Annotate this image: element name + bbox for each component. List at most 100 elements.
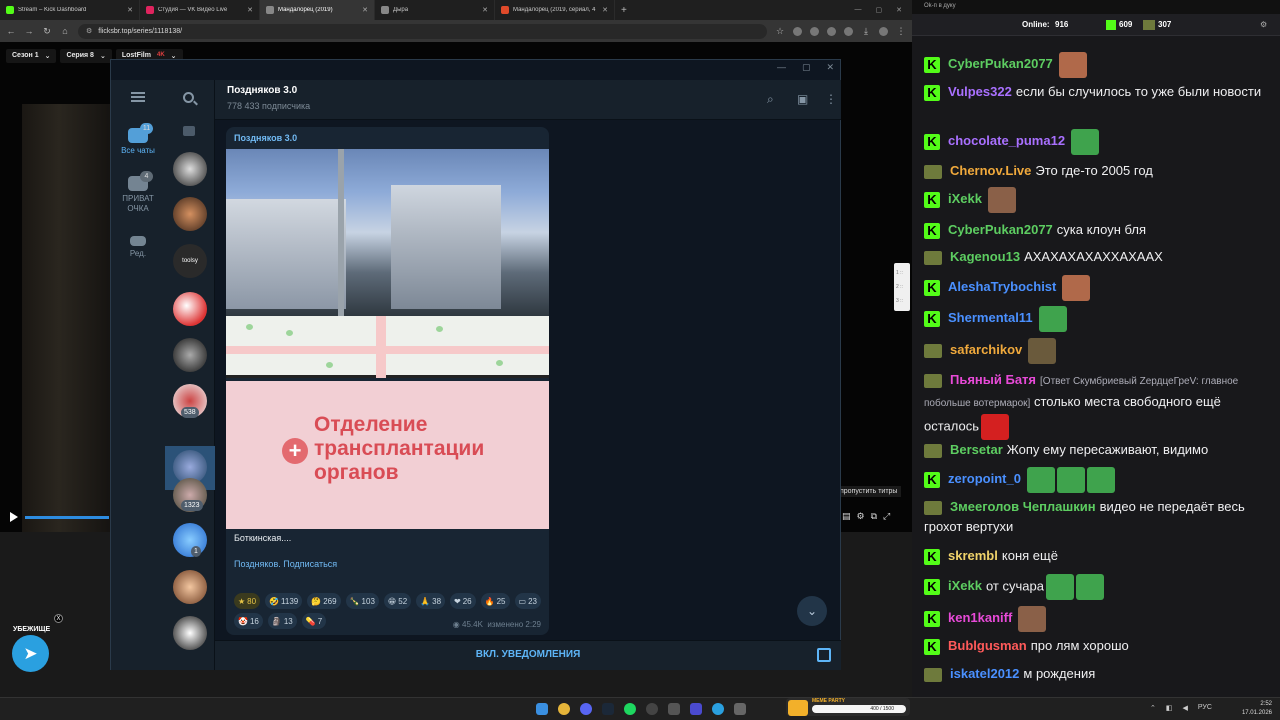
department-sign-image[interactable]: + Отделение трансплантации органов — [226, 381, 549, 529]
pip-icon[interactable]: ⧉ — [871, 511, 877, 522]
chat-username[interactable]: iXekk — [948, 191, 982, 206]
profile-avatar[interactable] — [879, 26, 888, 36]
more-options-icon[interactable]: ⋮ — [825, 92, 837, 106]
folder-edit[interactable]: Ред. — [111, 236, 165, 258]
progress-bar[interactable] — [25, 516, 109, 519]
reaction-chip[interactable]: 💊 7 — [301, 613, 327, 629]
telegram-icon[interactable] — [712, 703, 724, 715]
folder-all-chats[interactable]: 11 Все чаты — [111, 123, 165, 155]
close-window-icon[interactable]: ✕ — [896, 6, 902, 14]
reaction-chip[interactable]: 🤣 1139 — [265, 593, 303, 609]
reload-icon[interactable]: ↻ — [42, 26, 52, 37]
extension-icon[interactable] — [844, 26, 853, 36]
extension-icon[interactable] — [810, 26, 819, 36]
back-icon[interactable]: ← — [6, 26, 16, 36]
chat-username[interactable]: Пьяный Батя — [950, 372, 1036, 387]
chat-avatar-toolsy[interactable]: toolsy — [173, 244, 207, 278]
reaction-chip[interactable]: ❤ 26 — [450, 593, 476, 609]
reaction-chip[interactable]: 🗿 13 — [267, 613, 297, 629]
app-icon[interactable] — [668, 703, 680, 715]
close-window-icon[interactable]: ✕ — [826, 62, 834, 73]
sidebar-toggle-icon[interactable]: ▣ — [797, 92, 808, 106]
play-icon[interactable] — [10, 512, 18, 522]
telegram-icon[interactable]: ➤ — [12, 635, 49, 672]
menu-kebab-icon[interactable]: ⋮ — [896, 26, 906, 37]
reaction-chip[interactable]: ★ 80 — [234, 593, 261, 609]
subscribe-link[interactable]: Поздняков. Подписаться — [234, 559, 337, 569]
site-info-icon[interactable]: ⚙ — [86, 27, 92, 35]
chevron-up-icon[interactable]: ⌃ — [1150, 704, 1156, 712]
maximize-icon[interactable]: ▢ — [802, 62, 811, 73]
chat-username[interactable]: chocolate_puma12 — [948, 133, 1065, 148]
clock[interactable]: 2:52 17.01.2026 — [1242, 700, 1272, 718]
search-icon[interactable] — [183, 92, 194, 103]
reaction-chip[interactable]: 🤔 269 — [307, 593, 341, 609]
reaction-chip[interactable]: 🍾 103 — [345, 593, 379, 609]
extension-icon[interactable] — [827, 26, 836, 36]
reaction-chip[interactable]: 😁 52 — [383, 593, 412, 609]
close-icon[interactable]: ✕ — [247, 6, 253, 14]
tab-dyra[interactable]: Дыра ✕ — [375, 0, 495, 20]
app-icon[interactable] — [690, 703, 702, 715]
reaction-chip[interactable]: ▭ 23 — [514, 593, 541, 609]
chat-username[interactable]: ken1kaniff — [948, 610, 1012, 625]
extension-icon[interactable] — [793, 26, 802, 36]
discord-icon[interactable] — [580, 703, 592, 715]
skip-credits-button[interactable]: пропустить титры — [836, 486, 902, 497]
chat-avatar[interactable] — [173, 523, 207, 557]
enable-notifications-button[interactable]: ВКЛ. УВЕДОМЛЕНИЯ — [215, 649, 841, 660]
tab-kick-dashboard[interactable]: Stream – Kick Dashboard ✕ — [0, 0, 140, 20]
home-icon[interactable]: ⌂ — [60, 26, 70, 36]
chat-username[interactable]: Vulpes322 — [948, 84, 1012, 99]
chat-avatar[interactable] — [173, 616, 207, 650]
chat-username[interactable]: Bersetar — [950, 442, 1003, 457]
settings-gear-icon[interactable]: ⚙ — [1260, 20, 1267, 29]
chat-avatar[interactable] — [173, 570, 207, 604]
map-snippet[interactable] — [226, 316, 549, 378]
app-icon[interactable] — [734, 703, 746, 715]
chat-username[interactable]: skrembl — [948, 548, 998, 563]
tab-mandalorian[interactable]: Мандалорец (2019) ✕ — [260, 0, 375, 20]
chat-username[interactable]: Kagenou13 — [950, 249, 1020, 264]
channel-header[interactable]: Поздняков 3.0 778 433 подписчика ⌕ ▣ ⋮ — [215, 80, 841, 120]
chat-username[interactable]: iskatel2012 — [950, 666, 1019, 681]
new-tab-button[interactable]: + — [615, 5, 633, 16]
close-icon[interactable]: ✕ — [127, 6, 133, 14]
search-icon[interactable]: ⌕ — [767, 92, 774, 107]
minimize-icon[interactable]: — — [855, 6, 862, 14]
meme-party-widget[interactable]: MEME PARTY 400 / 1500 — [786, 698, 910, 716]
chat-avatar[interactable] — [173, 152, 207, 186]
chat-avatar[interactable] — [173, 338, 207, 372]
reaction-chip[interactable]: 🤡 16 — [234, 613, 263, 629]
scroll-down-button[interactable]: ⌄ — [797, 596, 827, 626]
subtitles-icon[interactable]: ▤ — [842, 511, 851, 522]
hamburger-menu-icon[interactable] — [131, 92, 145, 102]
season-select[interactable]: Сезон 1 ⌄ — [6, 49, 57, 63]
chat-username[interactable]: Chernov.Live — [950, 163, 1031, 178]
close-icon[interactable]: ✕ — [602, 6, 608, 14]
bookmark-star-icon[interactable]: ☆ — [775, 26, 785, 37]
forward-icon[interactable]: → — [24, 26, 34, 36]
chat-username[interactable]: safarchikov — [950, 342, 1022, 357]
steam-icon[interactable] — [602, 703, 614, 715]
maximize-icon[interactable]: ▢ — [876, 6, 883, 14]
chrome-icon[interactable] — [558, 703, 570, 715]
episode-select[interactable]: Серия 8 ⌄ — [60, 49, 112, 63]
chat-username[interactable]: iXekk — [948, 578, 982, 593]
fullscreen-icon[interactable]: ⤢ — [883, 511, 890, 522]
language-indicator[interactable]: РУС — [1198, 704, 1212, 712]
tab-vk-studio[interactable]: Студия — VK Видео Live ✕ — [140, 0, 260, 20]
archive-icon[interactable] — [183, 126, 195, 136]
volume-icon[interactable]: ◀ — [1183, 704, 1188, 712]
minimize-icon[interactable]: — — [777, 62, 786, 73]
chat-username[interactable]: AleshaTrybochist — [948, 279, 1056, 294]
folder-private[interactable]: 4 ПРИВАТ ОЧКА — [111, 171, 165, 214]
post-author[interactable]: Поздняков 3.0 — [234, 133, 297, 143]
chat-avatar[interactable] — [173, 197, 207, 231]
settings-gear-icon[interactable]: ⚙ — [857, 511, 865, 522]
telegram-floating-widget[interactable]: УБЕЖИЩЕ X ➤ — [12, 614, 63, 672]
chat-username[interactable]: Shermental11 — [948, 310, 1033, 325]
start-icon[interactable] — [536, 703, 548, 715]
network-icon[interactable]: ◧ — [1166, 704, 1173, 712]
hospital-photo[interactable] — [226, 149, 549, 316]
